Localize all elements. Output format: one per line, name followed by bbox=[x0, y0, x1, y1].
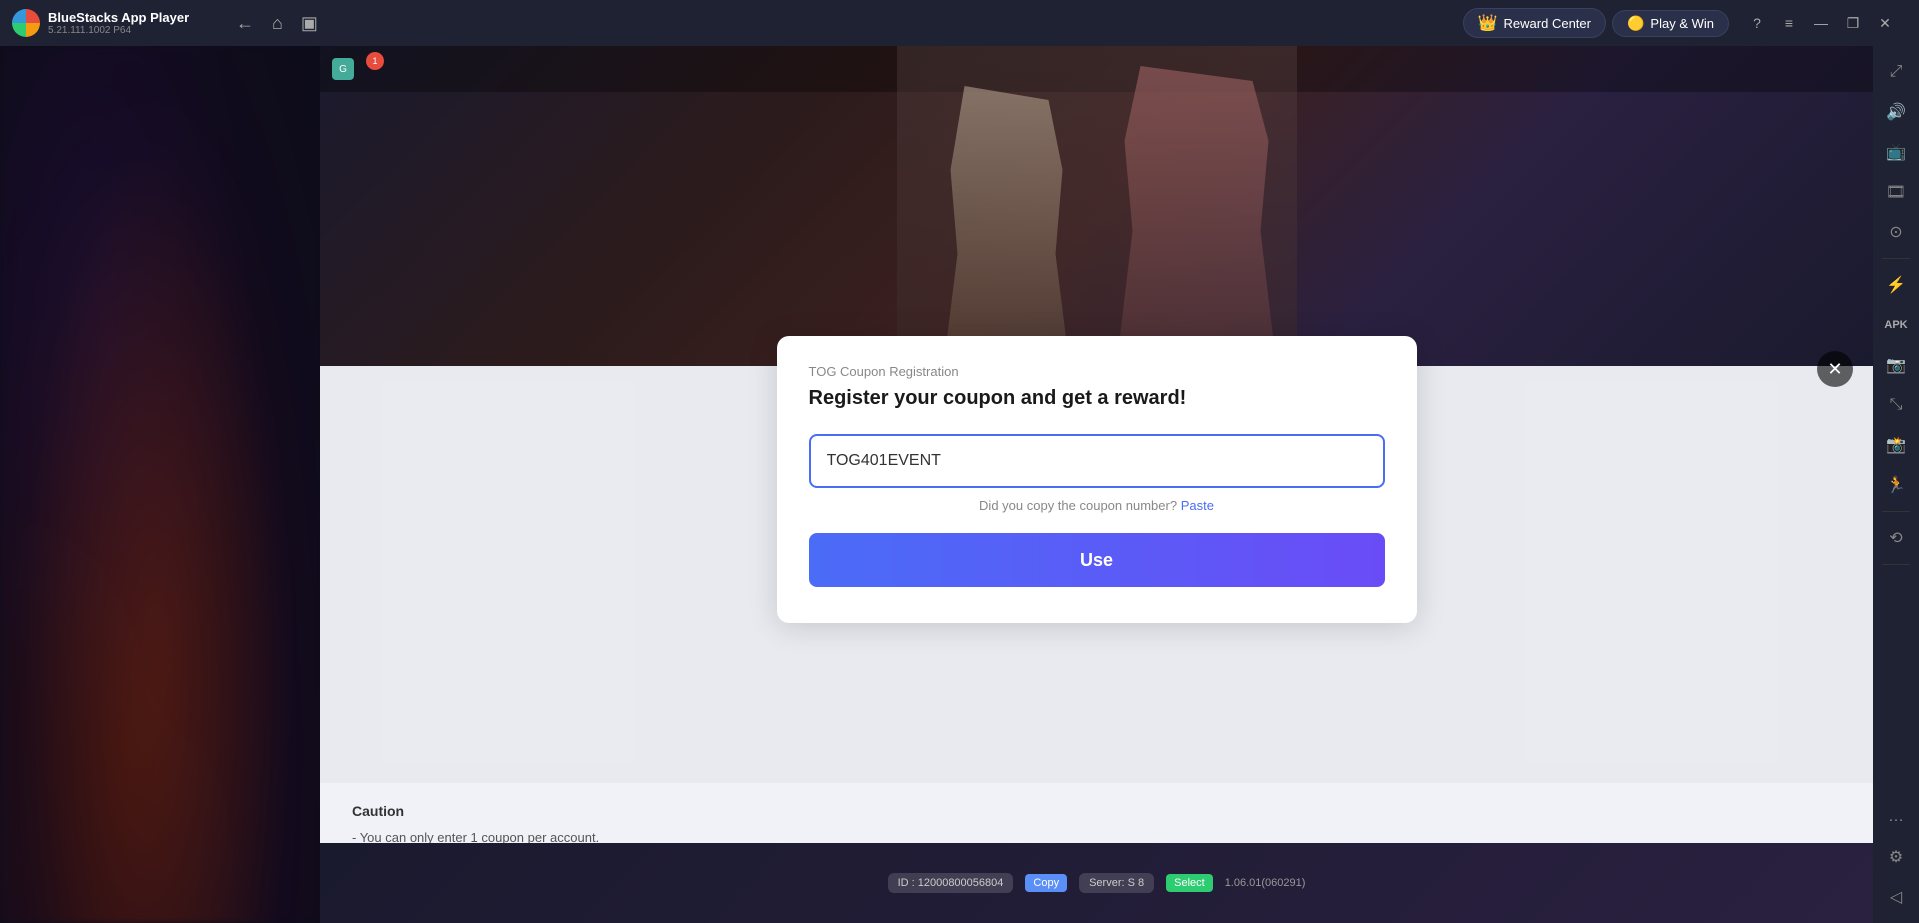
use-button[interactable]: Use bbox=[809, 533, 1385, 587]
title-bar: BlueStacks App Player 5.21.111.1002 P64 … bbox=[0, 0, 1919, 46]
game-id-box: ID : 12000800056804 bbox=[888, 873, 1014, 893]
left-blur-inner bbox=[0, 46, 320, 923]
sidebar-target-icon[interactable]: ⊙ bbox=[1878, 214, 1914, 250]
sidebar-apk-icon[interactable]: APK bbox=[1878, 307, 1914, 343]
sidebar-display-icon[interactable]: 📺 bbox=[1878, 134, 1914, 170]
caution-title: Caution bbox=[352, 803, 1841, 819]
title-bar-right: 👑 Reward Center 🟡 Play & Win ? ≡ — ❐ ✕ bbox=[1451, 8, 1919, 38]
sidebar-settings-icon[interactable]: ⚙ bbox=[1878, 839, 1914, 875]
home-icon[interactable]: ⌂ bbox=[272, 13, 283, 34]
game-screenshot: G 1 bbox=[320, 46, 1873, 366]
server-box: Server: S 8 bbox=[1079, 873, 1154, 893]
sidebar-separator-3 bbox=[1882, 564, 1910, 565]
dialog-box: TOG Coupon Registration Register your co… bbox=[777, 336, 1417, 623]
game-badge: G bbox=[332, 58, 354, 80]
window-controls: ? ≡ — ❐ ✕ bbox=[1735, 9, 1907, 37]
reward-center-label: Reward Center bbox=[1504, 16, 1591, 31]
select-button[interactable]: Select bbox=[1166, 874, 1213, 892]
crown-icon: 👑 bbox=[1478, 13, 1498, 33]
reward-center-button[interactable]: 👑 Reward Center bbox=[1463, 8, 1606, 38]
paste-link[interactable]: Paste bbox=[1181, 498, 1214, 513]
sidebar-resize-icon[interactable]: ⤡ bbox=[1878, 387, 1914, 423]
character-left bbox=[937, 86, 1077, 366]
sidebar-screenshot-icon[interactable]: 📷 bbox=[1878, 347, 1914, 383]
sidebar-refresh-icon[interactable]: ⟲ bbox=[1878, 520, 1914, 556]
menu-button[interactable]: ≡ bbox=[1775, 9, 1803, 37]
back-icon[interactable]: ← bbox=[236, 13, 254, 34]
copy-button[interactable]: Copy bbox=[1025, 874, 1067, 892]
sidebar-camera-icon[interactable]: 🎞 bbox=[1878, 174, 1914, 210]
sidebar-expand-icon[interactable]: ⤢ bbox=[1878, 54, 1914, 90]
dialog-close-button[interactable]: ✕ bbox=[1817, 351, 1853, 387]
minimize-button[interactable]: — bbox=[1807, 9, 1835, 37]
sidebar-lightning-icon[interactable]: ⚡ bbox=[1878, 267, 1914, 303]
sidebar-run-icon[interactable]: 🏃 bbox=[1878, 467, 1914, 503]
game-notification-badge: 1 bbox=[366, 52, 384, 70]
help-button[interactable]: ? bbox=[1743, 9, 1771, 37]
character-area bbox=[897, 46, 1297, 366]
coin-icon: 🟡 bbox=[1627, 15, 1644, 32]
game-id-text: ID : 12000800056804 bbox=[898, 877, 1004, 889]
title-bar-left: BlueStacks App Player 5.21.111.1002 P64 bbox=[0, 9, 220, 37]
app-name: BlueStacks App Player bbox=[48, 10, 189, 25]
paste-hint-text: Did you copy the coupon number? bbox=[979, 498, 1177, 513]
tabs-icon[interactable]: ▣ bbox=[301, 13, 318, 34]
sidebar-separator-1 bbox=[1882, 258, 1910, 259]
sidebar-more-icon[interactable]: … bbox=[1878, 799, 1914, 835]
dialog-subtitle: TOG Coupon Registration bbox=[809, 364, 1385, 379]
paste-hint: Did you copy the coupon number? Paste bbox=[809, 498, 1385, 513]
sidebar-arrow-icon[interactable]: ◁ bbox=[1878, 879, 1914, 915]
bluestacks-logo bbox=[12, 9, 40, 37]
title-bar-nav: ← ⌂ ▣ bbox=[220, 13, 334, 34]
left-blurred-area bbox=[0, 46, 320, 923]
app-info: BlueStacks App Player 5.21.111.1002 P64 bbox=[48, 10, 189, 36]
play-win-button[interactable]: 🟡 Play & Win bbox=[1612, 10, 1729, 37]
overlay-panel: G 1 ✕ TOG Coupon Registration Register y… bbox=[320, 46, 1873, 923]
close-button[interactable]: ✕ bbox=[1871, 9, 1899, 37]
game-bottom-strip: ID : 12000800056804 Copy Server: S 8 Sel… bbox=[320, 843, 1873, 923]
game-area: G 1 ✕ TOG Coupon Registration Register y… bbox=[0, 46, 1873, 923]
server-text: Server: S 8 bbox=[1089, 877, 1144, 889]
coupon-input[interactable] bbox=[809, 434, 1385, 488]
sidebar-separator-2 bbox=[1882, 511, 1910, 512]
sidebar-volume-icon[interactable]: 🔊 bbox=[1878, 94, 1914, 130]
character-right bbox=[1117, 66, 1277, 366]
dialog-title: Register your coupon and get a reward! bbox=[809, 387, 1385, 410]
main-content: G 1 ✕ TOG Coupon Registration Register y… bbox=[0, 46, 1873, 923]
version-text: 1.06.01(060291) bbox=[1225, 877, 1306, 889]
sidebar-photo-icon[interactable]: 📸 bbox=[1878, 427, 1914, 463]
restore-button[interactable]: ❐ bbox=[1839, 9, 1867, 37]
app-version: 5.21.111.1002 P64 bbox=[48, 25, 189, 36]
right-sidebar: ⤢ 🔊 📺 🎞 ⊙ ⚡ APK 📷 ⤡ 📸 🏃 ⟲ … ⚙ ◁ bbox=[1873, 46, 1919, 923]
play-win-label: Play & Win bbox=[1650, 16, 1714, 31]
